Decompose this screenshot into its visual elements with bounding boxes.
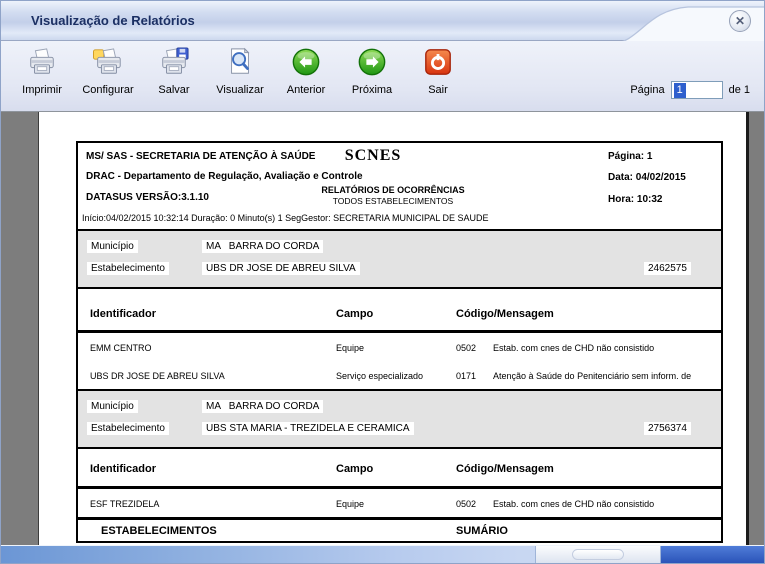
section-band: Município MA BARRA DO CORDA Estabelecime… xyxy=(78,229,721,289)
save-label: Salvar xyxy=(158,84,189,96)
header-runtime: Início:04/02/2015 10:32:14 Duração: 0 Mi… xyxy=(82,213,489,223)
row-campo: Equipe xyxy=(336,343,364,353)
row-identificador: UBS DR JOSE DE ABREU SILVA xyxy=(90,371,225,381)
preview-label: Visualizar xyxy=(216,84,264,96)
close-button[interactable]: ✕ xyxy=(729,10,751,32)
row-campo: Equipe xyxy=(336,499,364,509)
col-identificador: Identificador xyxy=(90,463,156,475)
datasus-version: DATASUS VERSÃO:3.1.10 xyxy=(86,192,209,203)
print-label: Imprimir xyxy=(22,84,62,96)
page-total-label: de 1 xyxy=(729,84,750,96)
header-manager: Gestor: SECRETARIA MUNICIPAL DE SAUDE xyxy=(301,213,488,223)
arrow-right-circle-icon xyxy=(357,47,387,82)
header-date-info: Data: 04/02/2015 xyxy=(608,172,686,183)
configure-label: Configurar xyxy=(82,84,133,96)
org-line-2: DRAC - Departamento de Regulação, Avalia… xyxy=(86,171,363,182)
row-codigo: 0502 xyxy=(456,343,476,353)
row-codigo: 0502 xyxy=(456,499,476,509)
report-header: MS/ SAS - SECRETARIA DE ATENÇÃO À SAÚDE … xyxy=(78,143,721,229)
footer-estabelecimentos: ESTABELECIMENTOS xyxy=(101,525,217,537)
toolbar: Imprimir Configurar xyxy=(1,41,764,112)
report-footer: ESTABELECIMENTOS SUMÁRIO xyxy=(78,517,721,541)
row-mensagem: Atenção à Saúde do Penitenciário sem inf… xyxy=(493,371,691,381)
document-magnifier-icon xyxy=(225,47,255,82)
printer-icon xyxy=(27,47,57,82)
report-subtitle: TODOS ESTABELECIMENTOS xyxy=(293,196,493,206)
report-preview-area: MS/ SAS - SECRETARIA DE ATENÇÃO À SAÚDE … xyxy=(1,112,764,546)
page-control: Página 1 de 1 xyxy=(630,81,750,99)
table-row: EMM CENTRO Equipe 0502 Estab. com cnes d… xyxy=(78,333,721,361)
table-header: Identificador Campo Código/Mensagem xyxy=(78,449,721,489)
next-page-label: Próxima xyxy=(352,84,392,96)
col-campo: Campo xyxy=(336,463,373,475)
row-identificador: ESF TREZIDELA xyxy=(90,499,159,509)
save-button[interactable]: Salvar xyxy=(141,47,207,96)
section-band: Município MA BARRA DO CORDA Estabelecime… xyxy=(78,389,721,449)
estabelecimento-label: Estabelecimento xyxy=(87,262,169,275)
municipio-value: MA BARRA DO CORDA xyxy=(202,400,323,413)
row-codigo: 0171 xyxy=(456,371,476,381)
exit-label: Sair xyxy=(428,84,448,96)
report-title: RELATÓRIOS DE OCORRÊNCIAS xyxy=(293,185,493,195)
estabelecimento-value: UBS STA MARIA - TREZIDELA E CERAMICA xyxy=(202,422,414,435)
municipio-value: MA BARRA DO CORDA xyxy=(202,240,323,253)
table-row: UBS DR JOSE DE ABREU SILVA Serviço espec… xyxy=(78,361,721,389)
previous-page-button[interactable]: Anterior xyxy=(273,47,339,96)
table-row: ESF TREZIDELA Equipe 0502 Estab. com cne… xyxy=(78,489,721,517)
scrollbar-track-end xyxy=(660,546,764,563)
previous-page-label: Anterior xyxy=(287,84,326,96)
scrollbar-thumb[interactable] xyxy=(535,546,661,563)
col-campo: Campo xyxy=(336,308,373,320)
estabelecimento-label: Estabelecimento xyxy=(87,422,169,435)
row-mensagem: Estab. com cnes de CHD não consistido xyxy=(493,343,654,353)
printer-configure-icon xyxy=(93,47,123,82)
scrollbar-grip xyxy=(572,549,624,560)
row-identificador: EMM CENTRO xyxy=(90,343,152,353)
report-page: MS/ SAS - SECRETARIA DE ATENÇÃO À SAÚDE … xyxy=(38,112,749,546)
table-header: Identificador Campo Código/Mensagem xyxy=(78,289,721,333)
page-label: Página xyxy=(630,84,664,96)
header-time-info: Hora: 10:32 xyxy=(608,194,662,205)
next-page-button[interactable]: Próxima xyxy=(339,47,405,96)
preview-button[interactable]: Visualizar xyxy=(207,47,273,96)
printer-save-icon xyxy=(159,47,189,82)
estabelecimento-value: UBS DR JOSE DE ABREU SILVA xyxy=(202,262,360,275)
col-codigo-mensagem: Código/Mensagem xyxy=(456,463,554,475)
close-icon: ✕ xyxy=(735,14,745,28)
title-bar: Visualização de Relatórios ✕ xyxy=(1,1,764,41)
print-button[interactable]: Imprimir xyxy=(9,47,75,96)
header-page-info: Página: 1 xyxy=(608,151,652,162)
page-number-value: 1 xyxy=(674,83,686,98)
municipio-label: Município xyxy=(87,240,138,253)
report-body: MS/ SAS - SECRETARIA DE ATENÇÃO À SAÚDE … xyxy=(76,141,723,543)
row-campo: Serviço especializado xyxy=(336,371,423,381)
scnes-logo: SCNES xyxy=(298,147,448,165)
arrow-left-circle-icon xyxy=(291,47,321,82)
horizontal-scrollbar[interactable] xyxy=(1,545,764,563)
estabelecimento-codigo: 2756374 xyxy=(644,422,691,435)
report-viewer-window: Visualização de Relatórios ✕ Imprimir xyxy=(0,0,765,564)
exit-button[interactable]: Sair xyxy=(405,47,471,96)
col-identificador: Identificador xyxy=(90,308,156,320)
estabelecimento-codigo: 2462575 xyxy=(644,262,691,275)
org-line-1: MS/ SAS - SECRETARIA DE ATENÇÃO À SAÚDE xyxy=(86,151,315,162)
municipio-label: Município xyxy=(87,400,138,413)
page-number-input[interactable]: 1 xyxy=(671,81,723,99)
footer-sumario: SUMÁRIO xyxy=(456,525,508,537)
power-exit-icon xyxy=(423,47,453,82)
window-title: Visualização de Relatórios xyxy=(31,13,195,28)
row-mensagem: Estab. com cnes de CHD não consistido xyxy=(493,499,654,509)
configure-button[interactable]: Configurar xyxy=(75,47,141,96)
col-codigo-mensagem: Código/Mensagem xyxy=(456,308,554,320)
